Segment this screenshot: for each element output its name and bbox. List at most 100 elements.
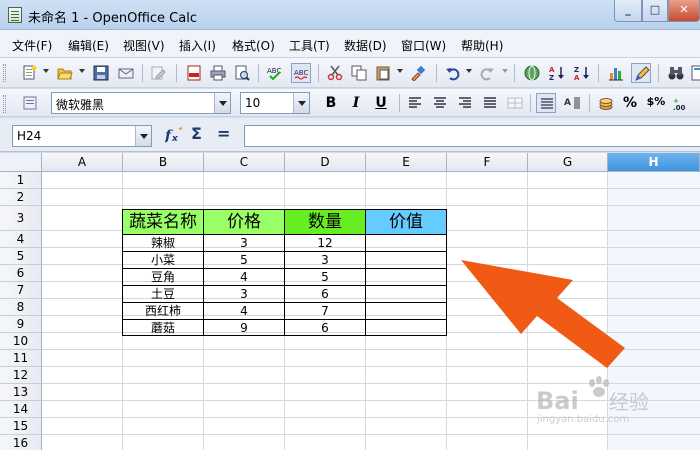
export-pdf-button[interactable] xyxy=(184,63,204,83)
name-box-dropdown-button[interactable] xyxy=(135,126,151,146)
menu-help[interactable]: 帮助(H) xyxy=(461,37,503,54)
percent-format-button[interactable]: % xyxy=(620,94,640,114)
menu-edit[interactable]: 编辑(E) xyxy=(68,37,109,54)
formula-input[interactable] xyxy=(244,125,700,147)
row-header-8[interactable]: 8 xyxy=(0,299,42,316)
table-cell[interactable]: 辣椒 xyxy=(123,235,204,252)
table-cell[interactable] xyxy=(366,235,447,252)
row-header-11[interactable]: 11 xyxy=(0,350,42,367)
add-decimal-button[interactable]: + .00 xyxy=(671,93,691,113)
draw-functions-button[interactable] xyxy=(631,63,651,83)
table-cell[interactable] xyxy=(366,286,447,303)
table-cell[interactable]: 3 xyxy=(204,286,285,303)
row-header-13[interactable]: 13 xyxy=(0,384,42,401)
table-cell[interactable]: 蘑菇 xyxy=(123,320,204,336)
maximize-button[interactable]: □ xyxy=(642,0,668,22)
new-dropdown-arrow[interactable] xyxy=(43,69,49,73)
standard-number-format-button[interactable]: $% xyxy=(644,94,668,114)
menu-data[interactable]: 数据(D) xyxy=(344,37,387,54)
table-cell[interactable] xyxy=(366,252,447,269)
row-header-9[interactable]: 9 xyxy=(0,316,42,333)
menu-file[interactable]: 文件(F) xyxy=(12,37,52,54)
select-all-corner[interactable] xyxy=(0,153,42,172)
align-center-button[interactable] xyxy=(430,93,450,113)
table-cell[interactable] xyxy=(366,269,447,286)
column-header-c[interactable]: C xyxy=(204,153,285,172)
redo-dropdown-arrow[interactable] xyxy=(502,69,508,73)
chart-button[interactable] xyxy=(606,63,626,83)
table-cell[interactable]: 6 xyxy=(285,320,366,336)
toolbar-grip[interactable] xyxy=(3,95,6,113)
table-cell[interactable]: 小菜 xyxy=(123,252,204,269)
spellcheck-button[interactable]: ABC xyxy=(265,63,285,83)
menu-insert[interactable]: 插入(I) xyxy=(179,37,216,54)
column-header-f[interactable]: F xyxy=(447,153,528,172)
italic-button[interactable]: I xyxy=(346,94,366,114)
table-cell[interactable]: 3 xyxy=(204,235,285,252)
menu-format[interactable]: 格式(O) xyxy=(232,37,275,54)
sort-ascending-button[interactable]: AZ xyxy=(547,63,567,83)
row-header-1[interactable]: 1 xyxy=(0,172,42,189)
font-name-combobox[interactable]: 微软雅黑 xyxy=(51,92,231,114)
table-cell[interactable]: 6 xyxy=(285,286,366,303)
merge-cells-button[interactable] xyxy=(505,93,525,113)
row-header-7[interactable]: 7 xyxy=(0,282,42,299)
currency-format-button[interactable] xyxy=(596,93,616,113)
row-header-3[interactable]: 3 xyxy=(0,206,42,231)
align-left-button[interactable] xyxy=(405,93,425,113)
clone-formatting-button[interactable] xyxy=(408,63,428,83)
table-cell[interactable]: 土豆 xyxy=(123,286,204,303)
table-cell[interactable]: 3 xyxy=(285,252,366,269)
open-button[interactable] xyxy=(55,63,75,83)
vertical-align-button[interactable]: A xyxy=(562,93,582,113)
table-cell[interactable]: 4 xyxy=(204,303,285,320)
table-cell[interactable] xyxy=(366,320,447,336)
table-header-cell[interactable]: 数量 xyxy=(285,210,366,235)
print-button[interactable] xyxy=(208,63,228,83)
sort-descending-button[interactable]: ZA xyxy=(572,63,592,83)
name-box[interactable]: H24 xyxy=(12,125,152,147)
column-header-d[interactable]: D xyxy=(285,153,366,172)
hyperlink-button[interactable] xyxy=(522,63,542,83)
column-header-e[interactable]: E xyxy=(366,153,447,172)
font-size-dropdown-button[interactable] xyxy=(293,93,309,113)
column-header-g[interactable]: G xyxy=(528,153,608,172)
row-header-4[interactable]: 4 xyxy=(0,231,42,248)
table-header-cell[interactable]: 蔬菜名称 xyxy=(123,210,204,235)
open-dropdown-arrow[interactable] xyxy=(79,69,85,73)
menu-view[interactable]: 视图(V) xyxy=(123,37,165,54)
table-cell[interactable]: 9 xyxy=(204,320,285,336)
find-replace-button[interactable] xyxy=(666,63,686,83)
save-button[interactable] xyxy=(91,63,111,83)
minimize-button[interactable]: _ xyxy=(614,0,642,22)
font-name-dropdown-button[interactable] xyxy=(214,93,230,113)
undo-button[interactable] xyxy=(443,63,463,83)
paste-button[interactable] xyxy=(373,63,393,83)
close-button[interactable]: ✕ xyxy=(668,0,700,22)
justify-button[interactable] xyxy=(480,93,500,113)
redo-button[interactable] xyxy=(477,63,497,83)
row-header-12[interactable]: 12 xyxy=(0,367,42,384)
row-header-10[interactable]: 10 xyxy=(0,333,42,350)
table-cell[interactable]: 7 xyxy=(285,303,366,320)
edit-file-button[interactable] xyxy=(148,63,168,83)
undo-dropdown-arrow[interactable] xyxy=(466,69,472,73)
autospellcheck-button[interactable]: ABC xyxy=(291,63,311,83)
sum-button[interactable]: Σ xyxy=(191,124,202,143)
font-size-combobox[interactable]: 10 xyxy=(240,92,310,114)
align-right-button[interactable] xyxy=(455,93,475,113)
table-header-cell[interactable]: 价格 xyxy=(204,210,285,235)
new-document-button[interactable] xyxy=(20,63,40,83)
row-header-14[interactable]: 14 xyxy=(0,401,42,418)
table-cell[interactable]: 12 xyxy=(285,235,366,252)
menu-window[interactable]: 窗口(W) xyxy=(401,37,446,54)
function-button[interactable]: = xyxy=(217,124,230,143)
page-preview-button[interactable] xyxy=(232,63,252,83)
function-wizard-button[interactable]: fx xyxy=(164,126,185,148)
email-button[interactable] xyxy=(116,63,136,83)
row-header-15[interactable]: 15 xyxy=(0,418,42,435)
menu-tools[interactable]: 工具(T) xyxy=(289,37,330,54)
table-header-cell[interactable]: 价值 xyxy=(366,210,447,235)
underline-button[interactable]: U xyxy=(371,94,391,114)
copy-button[interactable] xyxy=(349,63,369,83)
